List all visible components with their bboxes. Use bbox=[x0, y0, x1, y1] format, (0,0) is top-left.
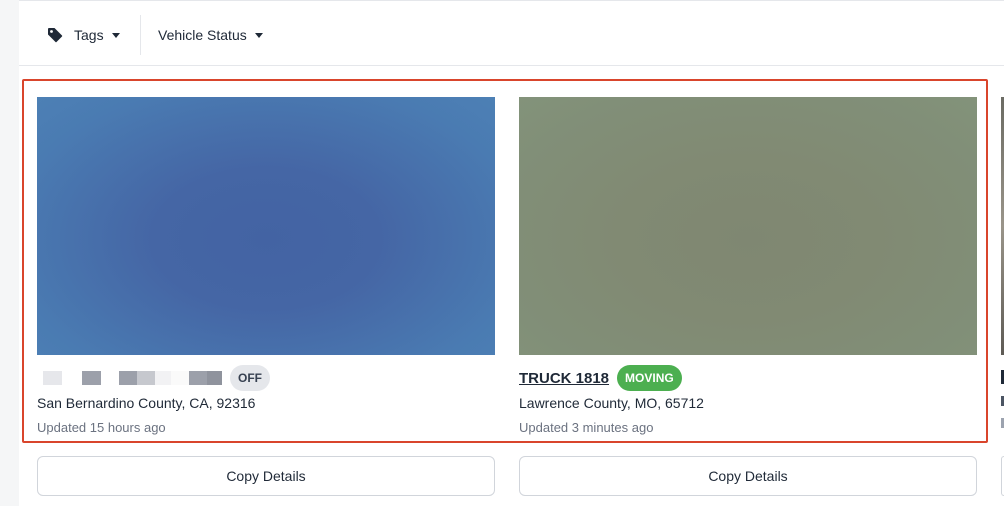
toolbar-divider bbox=[140, 15, 141, 55]
status-badge: MOVING bbox=[617, 365, 682, 391]
vehicle-location: San Bernardino County, CA, 92316 bbox=[37, 395, 256, 411]
caret-down-icon bbox=[254, 32, 263, 38]
vehicle-status-filter-dropdown[interactable]: Vehicle Status bbox=[158, 23, 263, 47]
tags-filter-dropdown[interactable]: Tags bbox=[47, 23, 120, 47]
tags-filter-label: Tags bbox=[74, 27, 104, 43]
vehicle-card: OFF San Bernardino County, CA, 92316 Upd… bbox=[37, 97, 495, 435]
vehicle-status-filter-label: Vehicle Status bbox=[158, 27, 247, 43]
vehicle-camera-thumbnail[interactable] bbox=[519, 97, 977, 355]
vehicle-location: Lawrence County, MO, 65712 bbox=[519, 395, 704, 411]
vehicle-title-row: OFF bbox=[37, 365, 270, 391]
tag-icon bbox=[48, 28, 63, 43]
last-updated-text: Updated 3 minutes ago bbox=[519, 420, 654, 435]
vehicle-camera-thumbnail[interactable] bbox=[37, 97, 495, 355]
vehicle-card: TRUCK 1818 MOVING Lawrence County, MO, 6… bbox=[519, 97, 977, 435]
vehicle-name-link[interactable]: TRUCK 1818 bbox=[519, 370, 609, 387]
copy-details-button[interactable]: Copy Details bbox=[37, 456, 495, 496]
vehicle-title-row: TRUCK 1818 MOVING bbox=[519, 365, 682, 391]
redacted-vehicle-name bbox=[37, 371, 222, 385]
filter-toolbar: Tags Vehicle Status bbox=[19, 0, 1004, 66]
copy-details-button[interactable]: Copy Details bbox=[519, 456, 977, 496]
caret-down-icon bbox=[111, 32, 120, 38]
status-badge: OFF bbox=[230, 365, 270, 391]
last-updated-text: Updated 15 hours ago bbox=[37, 420, 166, 435]
vehicle-gallery-page: Tags Vehicle Status OFF San Bernardino C… bbox=[19, 0, 1004, 506]
